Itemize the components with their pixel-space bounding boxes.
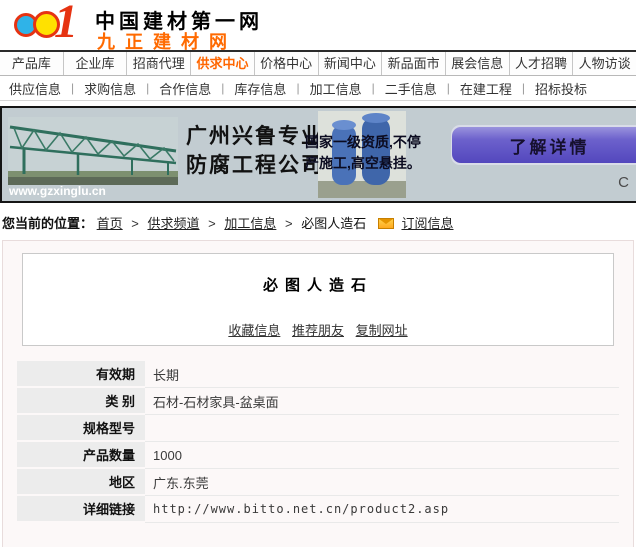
- advertiser-url[interactable]: www.gzxinglu.cn: [9, 184, 106, 198]
- nav-item-supply-demand-center[interactable]: 供求中心: [191, 52, 255, 75]
- nav-item-exhibitions[interactable]: 展会信息: [446, 52, 510, 75]
- copy-url-link[interactable]: 复制网址: [356, 323, 408, 338]
- row-label: 类 别: [17, 388, 145, 415]
- breadcrumb-link-supply-demand-channel[interactable]: 供求频道: [148, 216, 200, 231]
- row-label: 规格型号: [17, 415, 145, 442]
- ad-banner[interactable]: www.gzxinglu.cn 广州兴鲁专业 防腐工程公司 国家一级资质,不停 …: [0, 106, 636, 203]
- breadcrumb-current-page: 必图人造石: [301, 216, 366, 231]
- logo-number-one: 1: [54, 0, 78, 49]
- subnav-cooperation-info[interactable]: 合作信息: [159, 79, 211, 98]
- subnav-purchase-info[interactable]: 求购信息: [84, 79, 136, 98]
- row-label: 详细链接: [17, 496, 145, 523]
- slogan-line2: 产施工,高空悬挂。: [305, 153, 455, 174]
- row-value: [145, 415, 619, 442]
- breadcrumb-link-home[interactable]: 首页: [97, 216, 123, 231]
- table-row-specification: 规格型号: [17, 415, 619, 442]
- table-row-quantity: 产品数量 1000: [17, 442, 619, 469]
- nav-item-price-center[interactable]: 价格中心: [255, 52, 319, 75]
- nav-item-interviews[interactable]: 人物访谈: [573, 52, 636, 75]
- save-info-link[interactable]: 收藏信息: [228, 323, 280, 338]
- subnav-separator: |: [372, 81, 375, 95]
- table-row-validity: 有效期 长期: [17, 361, 619, 388]
- subnav-separator: |: [71, 81, 74, 95]
- row-value: 长期: [145, 361, 619, 388]
- banner-watermark: C: [618, 174, 629, 191]
- nav-item-news-center[interactable]: 新闻中心: [319, 52, 383, 75]
- site-header: 1 中国建材第一网 九正建材网: [0, 0, 636, 50]
- subnav-separator: |: [146, 81, 149, 95]
- subscribe-info-link[interactable]: 订阅信息: [401, 216, 453, 231]
- company-name-line1: 广州兴鲁专业: [186, 122, 324, 151]
- subnav-separator: |: [522, 81, 525, 95]
- sub-nav: 供应信息 | 求购信息 | 合作信息 | 库存信息 | 加工信息 | 二手信息 …: [0, 76, 636, 101]
- row-value-url[interactable]: http://www.bitto.net.cn/product2.asp: [145, 496, 619, 523]
- slogan-line1: 国家一级资质,不停: [305, 132, 455, 153]
- nav-item-new-products[interactable]: 新品面市: [382, 52, 446, 75]
- subnav-secondhand-info[interactable]: 二手信息: [385, 79, 437, 98]
- row-value: 石材-石材家具-盆桌面: [145, 388, 619, 415]
- table-row-detail-link: 详细链接 http://www.bitto.net.cn/product2.as…: [17, 496, 619, 523]
- nav-item-products[interactable]: 产品库: [0, 52, 64, 75]
- content-wrapper: 必图人造石 收藏信息 推荐朋友 复制网址 有效期 长期 类 别 石材-石材家具-…: [2, 240, 634, 547]
- breadcrumb-separator: >: [131, 216, 139, 231]
- banner-slogan: 国家一级资质,不停 产施工,高空悬挂。: [305, 132, 455, 174]
- listing-detail-table: 有效期 长期 类 别 石材-石材家具-盆桌面 规格型号 产品数量 1000 地区…: [17, 361, 619, 523]
- page-title: 必图人造石: [23, 254, 613, 295]
- breadcrumb-link-processing-info[interactable]: 加工信息: [224, 216, 276, 231]
- row-label: 地区: [17, 469, 145, 496]
- breadcrumb: 您当前的位置： 首页 > 供求频道 > 加工信息 > 必图人造石 订阅信息: [0, 203, 636, 240]
- learn-more-button[interactable]: 了解详情: [452, 127, 636, 163]
- subnav-projects-under-construction[interactable]: 在建工程: [460, 79, 512, 98]
- subnav-inventory-info[interactable]: 库存信息: [234, 79, 286, 98]
- table-row-region: 地区 广东.东莞: [17, 469, 619, 496]
- action-links: 收藏信息 推荐朋友 复制网址: [23, 320, 613, 339]
- row-value: 1000: [145, 442, 619, 469]
- advertiser-company-name: 广州兴鲁专业 防腐工程公司: [186, 122, 324, 180]
- subnav-bidding[interactable]: 招标投标: [535, 79, 587, 98]
- row-label: 有效期: [17, 361, 145, 388]
- nav-item-jobs[interactable]: 人才招聘: [510, 52, 574, 75]
- table-row-category: 类 别 石材-石材家具-盆桌面: [17, 388, 619, 415]
- site-subtitle: 九正建材网: [97, 28, 237, 54]
- subnav-separator: |: [296, 81, 299, 95]
- subnav-processing-info[interactable]: 加工信息: [310, 79, 362, 98]
- listing-title-box: 必图人造石 收藏信息 推荐朋友 复制网址: [22, 253, 614, 346]
- main-nav: 产品库 企业库 招商代理 供求中心 价格中心 新闻中心 新品面市 展会信息 人才…: [0, 50, 636, 76]
- subnav-separator: |: [221, 81, 224, 95]
- row-value: 广东.东莞: [145, 469, 619, 496]
- row-label: 产品数量: [17, 442, 145, 469]
- breadcrumb-prefix: 您当前的位置：: [2, 216, 93, 231]
- nav-item-companies[interactable]: 企业库: [64, 52, 128, 75]
- breadcrumb-separator: >: [285, 216, 293, 231]
- site-logo[interactable]: 1: [14, 2, 92, 48]
- recommend-friend-link[interactable]: 推荐朋友: [292, 323, 344, 338]
- envelope-icon: [378, 218, 394, 229]
- breadcrumb-separator: >: [208, 216, 216, 231]
- subnav-separator: |: [447, 81, 450, 95]
- nav-item-agency[interactable]: 招商代理: [127, 52, 191, 75]
- company-name-line2: 防腐工程公司: [186, 151, 324, 180]
- truss-bridge-photo: [8, 117, 178, 185]
- subnav-supply-info[interactable]: 供应信息: [9, 79, 61, 98]
